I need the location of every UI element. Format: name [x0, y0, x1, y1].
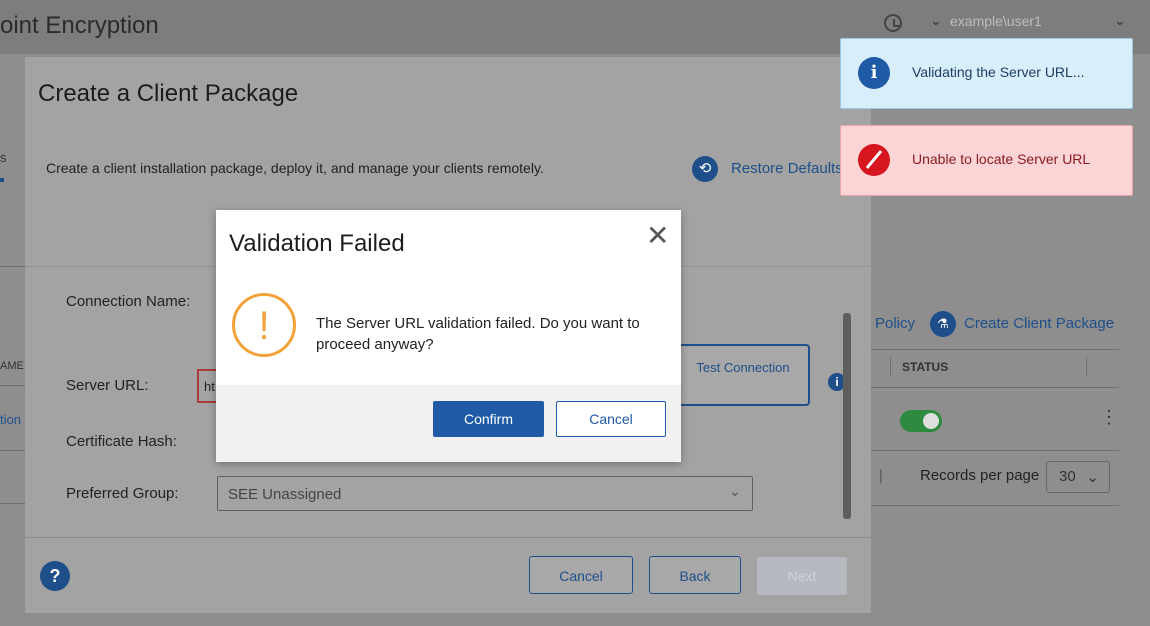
status-toggle[interactable]: [900, 410, 942, 432]
divider: [0, 385, 25, 386]
wizard-description: Create a client installation package, de…: [46, 160, 544, 176]
info-icon: i: [858, 57, 890, 89]
next-button[interactable]: Next: [757, 557, 847, 595]
certificate-hash-label: Certificate Hash:: [66, 433, 177, 450]
help-icon[interactable]: ?: [40, 561, 70, 591]
column-separator: [890, 357, 891, 377]
restore-defaults-link[interactable]: Restore Defaults: [731, 160, 843, 177]
policy-link[interactable]: Policy: [875, 315, 915, 332]
records-per-page-value: 30: [1059, 468, 1076, 485]
chevron-down-icon: ⌄: [1086, 469, 1099, 486]
preferred-group-label: Preferred Group:: [66, 485, 179, 502]
create-client-package-link[interactable]: Create Client Package: [964, 315, 1114, 332]
preferred-group-select[interactable]: SEE Unassigned: [217, 476, 753, 511]
app-title: oint Encryption: [0, 12, 159, 39]
connection-name-label: Connection Name:: [66, 293, 191, 310]
wizard-cancel-button[interactable]: Cancel: [529, 556, 633, 594]
clock-icon[interactable]: [884, 14, 902, 32]
divider: [25, 537, 871, 538]
status-column-header: STATUS: [902, 360, 949, 374]
row-name-link[interactable]: tion: [0, 412, 21, 427]
divider: [0, 503, 25, 504]
divider: [0, 266, 25, 267]
kebab-menu-icon[interactable]: ⋮: [1100, 407, 1118, 428]
back-button[interactable]: Back: [649, 556, 741, 594]
dialog-message: The Server URL validation failed. Do you…: [316, 315, 640, 353]
user-name[interactable]: example\user1: [950, 13, 1042, 29]
error-toast-text: Unable to locate Server URL: [912, 151, 1091, 167]
column-separator: [1086, 357, 1087, 377]
dialog-title: Validation Failed: [229, 230, 405, 257]
divider: [871, 505, 1119, 506]
dialog-cancel-button[interactable]: Cancel: [556, 401, 666, 437]
pager-icon[interactable]: ❘: [875, 467, 887, 484]
divider: [0, 450, 25, 451]
server-url-label: Server URL:: [66, 377, 149, 394]
confirm-button[interactable]: Confirm: [433, 401, 544, 437]
wizard-title: Create a Client Package: [38, 80, 299, 107]
chevron-down-icon: ⌄: [729, 483, 741, 499]
package-icon[interactable]: ⚗: [930, 311, 956, 337]
divider: [871, 349, 1119, 350]
info-toast-text: Validating the Server URL...: [912, 64, 1085, 80]
left-tab-label[interactable]: s: [0, 150, 7, 165]
records-per-page-select[interactable]: 30 ⌄: [1046, 461, 1110, 493]
scrollbar[interactable]: [843, 313, 851, 519]
divider: [871, 450, 1119, 451]
divider: [871, 387, 1119, 388]
menu-chevron-icon[interactable]: ⌄: [1114, 12, 1126, 29]
close-icon[interactable]: ✕: [646, 222, 669, 250]
name-column-header: AME: [0, 360, 24, 372]
error-icon: [858, 144, 890, 176]
test-connection-button[interactable]: Test Connection: [676, 344, 810, 406]
chevron-down-icon[interactable]: ⌄: [930, 12, 942, 29]
restore-icon[interactable]: ⟲: [692, 156, 718, 182]
warning-icon: !: [232, 293, 296, 357]
left-tab-indicator: [0, 178, 4, 182]
records-per-page-label: Records per page: [920, 467, 1040, 484]
